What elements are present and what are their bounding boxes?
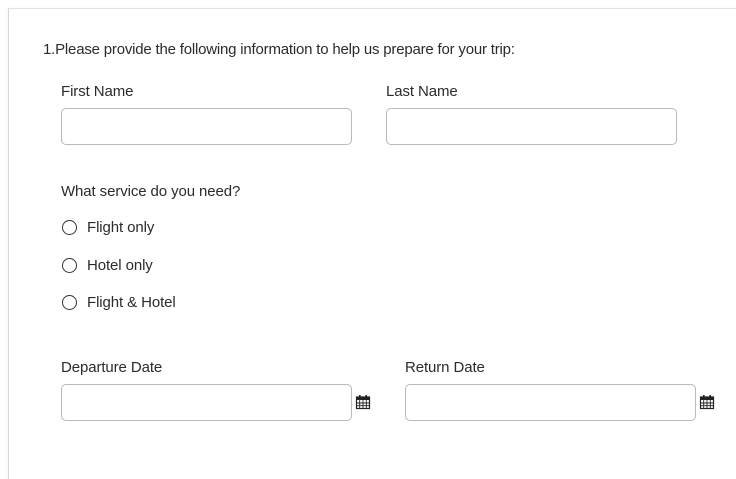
radio-button[interactable] — [62, 294, 77, 310]
departure-date-label: Departure Date — [61, 359, 163, 376]
radio-option-label: Flight only — [87, 218, 155, 236]
first-name-label: First Name — [61, 83, 134, 100]
return-date-input[interactable] — [405, 384, 696, 421]
departure-date-input[interactable] — [61, 384, 352, 421]
service-question-label: What service do you need? — [61, 183, 241, 200]
radio-button[interactable] — [62, 219, 77, 235]
last-name-label: Last Name — [386, 83, 458, 100]
radio-option-hotel-only[interactable]: Hotel only — [62, 254, 153, 276]
radio-button[interactable] — [62, 257, 77, 273]
calendar-icon[interactable] — [355, 394, 371, 410]
radio-option-flight-only[interactable]: Flight only — [62, 216, 154, 238]
calendar-icon[interactable] — [699, 394, 715, 410]
question-number: 1. — [43, 41, 56, 58]
radio-option-label: Hotel only — [87, 256, 153, 274]
question-text: Please provide the following information… — [55, 41, 515, 58]
last-name-input[interactable] — [386, 108, 677, 145]
radio-option-label: Flight & Hotel — [87, 293, 176, 311]
question-title: 1.Please provide the following informati… — [43, 41, 515, 58]
first-name-input[interactable] — [61, 108, 352, 145]
radio-option-flight-hotel[interactable]: Flight & Hotel — [62, 291, 176, 313]
return-date-label: Return Date — [405, 359, 485, 376]
